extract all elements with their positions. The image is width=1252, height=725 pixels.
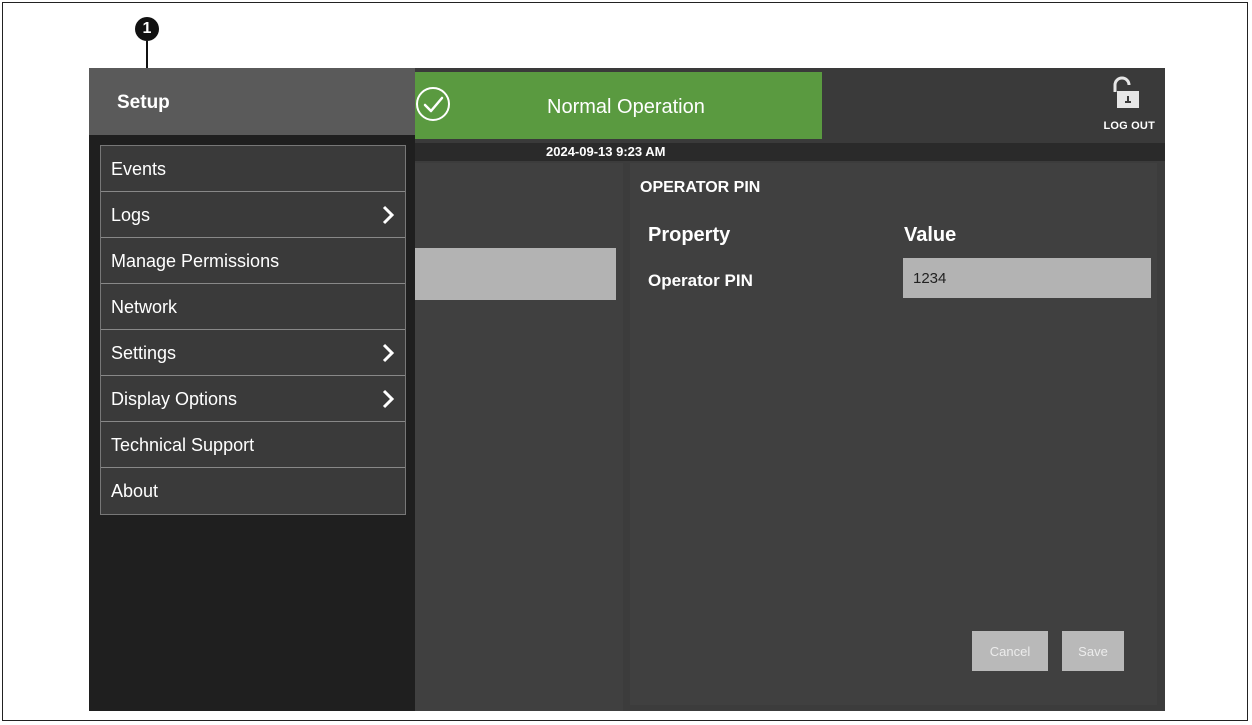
sidebar-item-technical-support[interactable]: Technical Support: [101, 422, 405, 468]
sidebar-item-label: Network: [111, 297, 178, 317]
sidebar-item-network[interactable]: Network: [101, 284, 405, 330]
sidebar-item-logs[interactable]: Logs: [101, 192, 405, 238]
selected-submenu-item[interactable]: [415, 248, 616, 300]
chevron-right-icon: [382, 343, 395, 363]
operator-pin-input[interactable]: [903, 258, 1151, 298]
sidebar-item-label: Logs: [111, 205, 151, 225]
cancel-button[interactable]: Cancel: [972, 631, 1048, 671]
operator-pin-panel: OPERATOR PIN Property Value Operator PIN…: [630, 163, 1157, 705]
sidebar-item-events[interactable]: Events: [101, 146, 405, 192]
sidebar-item-settings[interactable]: Settings: [101, 330, 405, 376]
logout-label: LOG OUT: [1103, 120, 1155, 132]
status-text: Normal Operation: [547, 96, 705, 118]
section-title: OPERATOR PIN: [640, 179, 761, 196]
sidebar-item-label: Settings: [111, 343, 177, 363]
sidebar-item-label: Display Options: [111, 389, 238, 409]
chevron-right-icon: [382, 389, 395, 409]
page-title: Setup: [89, 68, 415, 135]
sidebar-item-label: Events: [111, 159, 167, 179]
chevron-right-icon: [382, 205, 395, 225]
sidebar-item-label: Manage Permissions: [111, 251, 280, 271]
sidebar-item-about[interactable]: About: [101, 468, 405, 514]
sidebar-item-label: About: [111, 481, 159, 501]
datetime-display: 2024-09-13 9:23 AM: [546, 144, 666, 159]
check-circle-icon: [416, 87, 450, 121]
device-screen: Setup Normal Operation LOG OUT 2024-09-1…: [89, 68, 1165, 711]
save-button[interactable]: Save: [1062, 631, 1124, 671]
column-header-property: Property: [648, 224, 731, 246]
property-label-operator-pin: Operator PIN: [648, 271, 753, 290]
date-bar: 2024-09-13 9:23 AM: [415, 143, 1165, 161]
sidebar-item-display-options[interactable]: Display Options: [101, 376, 405, 422]
sidebar: Events Logs Manage Permissions Network S…: [89, 135, 415, 711]
callout-marker: 1: [135, 17, 159, 41]
submenu-panel: [415, 163, 623, 711]
sidebar-item-label: Technical Support: [111, 435, 255, 455]
setup-menu: Events Logs Manage Permissions Network S…: [100, 145, 406, 515]
column-header-value: Value: [904, 224, 957, 246]
sidebar-item-manage-permissions[interactable]: Manage Permissions: [101, 238, 405, 284]
unlocked-lock-icon: [1113, 76, 1139, 108]
status-banner: Normal Operation: [415, 72, 822, 139]
logout-button[interactable]: LOG OUT: [1083, 74, 1155, 138]
